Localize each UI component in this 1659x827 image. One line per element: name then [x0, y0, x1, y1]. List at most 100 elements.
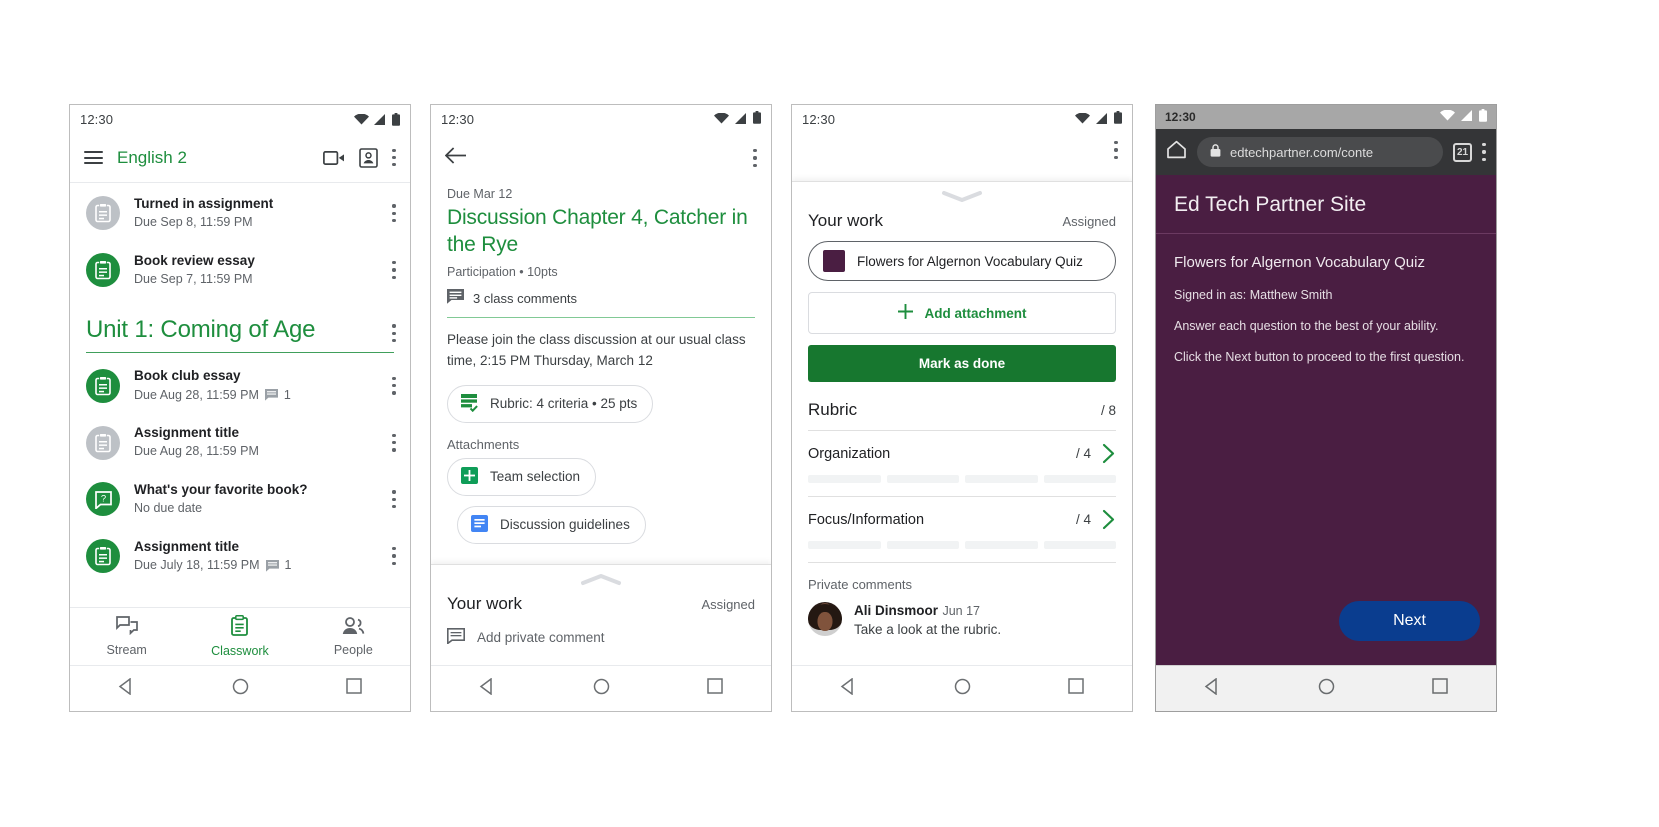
classwork-item-subtitle: Due Sep 8, 11:59 PM [134, 214, 378, 232]
android-back-icon[interactable] [118, 677, 135, 700]
web-page-content: Ed Tech Partner Site Flowers for Algerno… [1156, 175, 1496, 665]
classwork-item-text: What's your favorite book? No due date [134, 481, 378, 518]
status-time: 12:30 [80, 111, 114, 127]
topic-header: Unit 1: Coming of Age [70, 298, 410, 352]
battery-icon [753, 111, 761, 127]
bottom-nav-people[interactable]: People [297, 616, 410, 657]
attachment-chip[interactable]: Team selection [447, 457, 597, 496]
more-vert-icon[interactable] [392, 490, 396, 509]
android-recents-icon[interactable] [345, 678, 362, 699]
classwork-item-text: Book review essay Due Sep 7, 11:59 PM [134, 252, 378, 289]
due-date: Due July 18, 11:59 PM [134, 557, 260, 572]
rubric-criterion-score: / 4 [1075, 512, 1091, 527]
status-badge: Assigned [701, 597, 755, 612]
android-back-icon[interactable] [1204, 677, 1221, 700]
topic-title: Unit 1: Coming of Age [86, 316, 316, 344]
mark-as-done-button[interactable]: Mark as done [808, 345, 1116, 382]
rubric-criterion-row[interactable]: Organization / 4 [792, 431, 1132, 483]
sheet-handle[interactable] [431, 565, 771, 588]
classwork-item-subtitle: Due July 18, 11:59 PM 1 [134, 557, 378, 575]
status-icons [354, 112, 400, 126]
more-vert-icon[interactable] [392, 324, 396, 343]
rubric-chip-label: Rubric: 4 criteria • 25 pts [490, 396, 638, 412]
assignment-icon [86, 538, 120, 573]
rubric-criterion-row[interactable]: Focus/Information / 4 [792, 497, 1132, 549]
more-vert-icon[interactable] [392, 433, 396, 452]
status-icons [1075, 111, 1122, 127]
assignment-icon [86, 368, 120, 403]
add-attachment-button[interactable]: Add attachment [808, 292, 1116, 334]
bottom-nav-classwork[interactable]: Classwork [183, 615, 296, 658]
add-private-comment[interactable]: Add private comment [431, 614, 771, 665]
assignment-title: Discussion Chapter 4, Catcher in the Rye [447, 206, 748, 256]
url-text: edtechpartner.com/conte [1230, 144, 1374, 160]
classwork-list: Turned in assignment Due Sep 8, 11:59 PM… [70, 183, 410, 584]
your-work-sheet: Your work Assigned Flowers for Algernon … [792, 181, 1132, 665]
next-button[interactable]: Next [1339, 601, 1480, 641]
attachment-chip[interactable]: Discussion guidelines [457, 505, 646, 544]
chevron-right-icon[interactable] [1101, 443, 1116, 464]
private-comment-item: Ali Dinsmoor Jun 17 Take a look at the r… [792, 592, 1132, 637]
more-vert-icon[interactable] [392, 546, 396, 565]
classwork-item-title: Book club essay [134, 368, 241, 384]
status-bar: 12:30 [792, 105, 1132, 133]
rubric-criterion-top: Focus/Information / 4 [808, 509, 1116, 530]
android-recents-icon[interactable] [706, 678, 723, 699]
classwork-item[interactable]: Assignment title Due Aug 28, 11:59 PM [70, 414, 410, 471]
rubric-header: Rubric / 8 [792, 382, 1132, 430]
android-recents-icon[interactable] [1067, 678, 1084, 699]
tab-count-icon[interactable]: 21 [1453, 142, 1472, 162]
people-icon [341, 616, 365, 640]
classwork-item-text: Assignment title Due July 18, 11:59 PM 1 [134, 538, 378, 575]
android-back-icon[interactable] [840, 677, 857, 700]
android-nav-bar [1156, 665, 1496, 711]
classwork-item[interactable]: Book club essay Due Aug 28, 11:59 PM 1 [70, 357, 410, 414]
android-recents-icon[interactable] [1431, 678, 1448, 699]
browser-toolbar: edtechpartner.com/conte 21 [1156, 129, 1496, 175]
comment-count: 1 [284, 557, 292, 572]
class-comments-count: 3 class comments [473, 290, 578, 306]
url-bar[interactable]: edtechpartner.com/conte [1197, 137, 1443, 167]
due-date: No due date [134, 501, 203, 516]
more-vert-icon[interactable] [392, 148, 396, 167]
rubric-level-bars [808, 475, 1116, 483]
sheet-handle[interactable] [792, 182, 1132, 205]
rubric-criterion-top: Organization / 4 [808, 443, 1116, 464]
chevron-right-icon[interactable] [1101, 509, 1116, 530]
classwork-item[interactable]: Book review essay Due Sep 7, 11:59 PM [70, 242, 410, 299]
classwork-item[interactable]: Turned in assignment Due Sep 8, 11:59 PM [70, 185, 410, 242]
classwork-icon [230, 615, 249, 641]
class-comments-row[interactable]: 3 class comments [447, 289, 755, 307]
classwork-item-subtitle: Due Aug 28, 11:59 PM 1 [134, 387, 378, 405]
add-private-comment-placeholder: Add private comment [477, 630, 605, 645]
video-camera-icon[interactable] [323, 150, 345, 166]
comment-date: Jun 17 [942, 604, 980, 618]
due-date: Due Sep 8, 11:59 PM [134, 215, 253, 230]
back-arrow-icon[interactable] [444, 147, 753, 169]
hamburger-icon[interactable] [84, 151, 103, 164]
android-home-icon[interactable] [232, 678, 249, 700]
more-vert-icon[interactable] [392, 261, 396, 280]
android-back-icon[interactable] [479, 677, 496, 700]
home-icon[interactable] [1166, 140, 1187, 164]
class-card-icon[interactable] [359, 147, 378, 168]
work-attachment-pill[interactable]: Flowers for Algernon Vocabulary Quiz [808, 241, 1116, 281]
comment-icon [264, 389, 278, 402]
more-vert-icon[interactable] [1114, 141, 1118, 159]
android-home-icon[interactable] [593, 678, 610, 700]
your-work-title: Your work [808, 211, 883, 230]
more-vert-icon[interactable] [392, 376, 396, 395]
more-vert-icon[interactable] [1482, 143, 1486, 161]
comment-icon [265, 559, 279, 572]
android-home-icon[interactable] [1318, 678, 1335, 700]
classwork-item[interactable]: ? What's your favorite book? No due date [70, 471, 410, 528]
more-vert-icon[interactable] [753, 149, 757, 167]
more-vert-icon[interactable] [392, 204, 396, 223]
android-home-icon[interactable] [954, 678, 971, 700]
your-work-header: Your work Assigned [792, 205, 1132, 231]
bottom-navigation: Stream Classwork People [70, 607, 410, 665]
bottom-nav-stream[interactable]: Stream [70, 616, 183, 657]
status-icons [1440, 109, 1487, 125]
classwork-item[interactable]: Assignment title Due July 18, 11:59 PM 1 [70, 528, 410, 585]
rubric-chip[interactable]: Rubric: 4 criteria • 25 pts [447, 384, 654, 423]
